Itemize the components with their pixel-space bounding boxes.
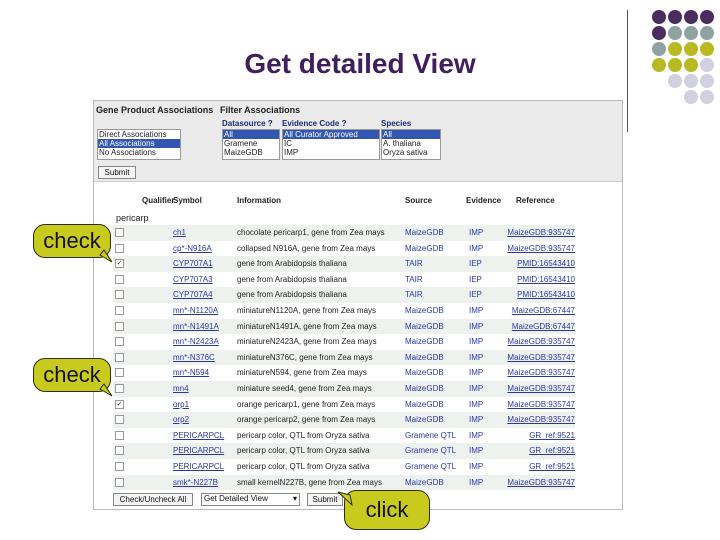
callout-pointers — [99, 249, 353, 507]
